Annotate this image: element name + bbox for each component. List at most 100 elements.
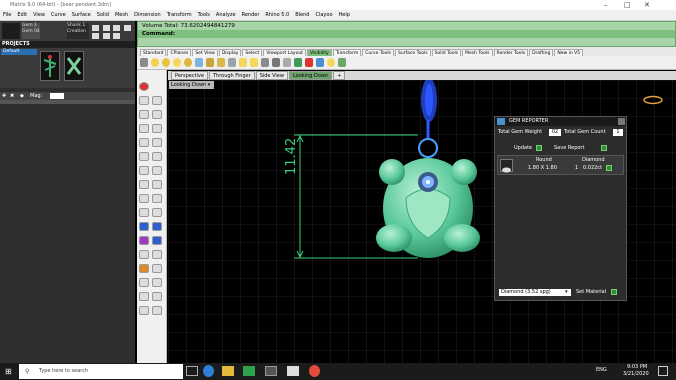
set-material-icon[interactable]: [611, 289, 617, 295]
tab-render-tools[interactable]: Render Tools: [493, 49, 529, 56]
polygon-icon[interactable]: [152, 138, 162, 147]
unlock-icon[interactable]: [217, 58, 225, 67]
gem-thumb-icon[interactable]: [2, 23, 20, 39]
project-thumbnail-1[interactable]: [40, 51, 60, 81]
tab-cplanes[interactable]: CPlanes: [167, 49, 192, 56]
viewport-tab-through-finger[interactable]: Through Finger: [208, 71, 255, 80]
copy-tool-icon[interactable]: [152, 250, 162, 259]
tab-transform[interactable]: Transform: [332, 49, 362, 56]
surface-icon[interactable]: [139, 208, 149, 217]
panel-button-b[interactable]: [103, 25, 110, 31]
notification-icon[interactable]: [658, 366, 668, 376]
extend-icon[interactable]: [152, 166, 162, 175]
polyline-icon[interactable]: [152, 96, 162, 105]
save-report-icon[interactable]: [601, 145, 607, 151]
settings-icon[interactable]: [338, 58, 346, 67]
tab-solid-tools[interactable]: Solid Tools: [431, 49, 462, 56]
menu-dimension[interactable]: Dimension: [134, 10, 161, 20]
tab-drafting[interactable]: Drafting: [529, 49, 554, 56]
menu-mesh[interactable]: Mesh: [115, 10, 128, 20]
update-icon[interactable]: [536, 145, 542, 151]
clock-time[interactable]: 9:03 PM: [627, 364, 647, 370]
maximize-icon[interactable]: □: [624, 0, 631, 10]
panel-button-e[interactable]: [92, 33, 99, 39]
grip-icon[interactable]: [140, 58, 148, 67]
menu-transform[interactable]: Transform: [167, 10, 192, 20]
panel-button-d[interactable]: [124, 25, 131, 31]
tab-curve-tools[interactable]: Curve Tools: [362, 49, 394, 56]
clock-date[interactable]: 3/21/2020: [623, 371, 649, 377]
menu-clayoo[interactable]: Clayoo: [315, 10, 332, 20]
tab-set-view[interactable]: Set View: [192, 49, 218, 56]
fillet-icon[interactable]: [152, 152, 162, 161]
rotate-icon[interactable]: [139, 264, 149, 273]
arc-icon[interactable]: [152, 124, 162, 133]
move-icon[interactable]: ◆: [20, 93, 24, 99]
lock-swap-icon[interactable]: [228, 58, 236, 67]
chrome-icon[interactable]: [309, 365, 320, 377]
cancel-isolate-icon[interactable]: [305, 58, 313, 67]
loft-icon[interactable]: [152, 208, 162, 217]
menu-tools[interactable]: Tools: [198, 10, 210, 20]
tab-visibility[interactable]: Visibility: [306, 49, 332, 56]
hide-points-icon[interactable]: [250, 58, 258, 67]
dimension-icon[interactable]: [139, 292, 149, 301]
grid-icon[interactable]: [283, 58, 291, 67]
viewport-tab-looking-down[interactable]: Looking Down: [288, 71, 333, 80]
tab-viewport-layout[interactable]: Viewport Layout: [263, 49, 306, 56]
gem-reporter-close-icon[interactable]: [618, 118, 625, 125]
render-icon[interactable]: [139, 306, 149, 315]
stop-icon[interactable]: [139, 82, 149, 91]
bulb-icon[interactable]: [151, 58, 159, 67]
project-default[interactable]: Default: [1, 49, 37, 55]
tab-mesh-tools[interactable]: Mesh Tools: [462, 49, 493, 56]
swap-hidden-icon[interactable]: [195, 58, 203, 67]
viewport-tab-perspective[interactable]: Perspective: [171, 71, 208, 80]
project-thumbnail-2[interactable]: [64, 51, 84, 81]
windows-start-icon[interactable]: ⊞: [5, 367, 12, 376]
panel-button-g[interactable]: [113, 33, 120, 39]
measure-icon[interactable]: [152, 292, 162, 301]
set-material-button[interactable]: Set Material: [576, 289, 606, 295]
explode-icon[interactable]: [152, 194, 162, 203]
material-select-chevron-icon[interactable]: ▾: [565, 289, 568, 295]
cylinder-icon[interactable]: [152, 236, 162, 245]
menu-edit[interactable]: Edit: [17, 10, 27, 20]
offset-icon[interactable]: [139, 166, 149, 175]
point-icon[interactable]: [139, 96, 149, 105]
edit-icon[interactable]: [261, 58, 269, 67]
circle-icon[interactable]: [139, 124, 149, 133]
isolate-icon[interactable]: [294, 58, 302, 67]
panel-button-c[interactable]: [113, 25, 120, 31]
hide-selected-icon[interactable]: [184, 58, 192, 67]
text-icon[interactable]: [139, 152, 149, 161]
tab-display[interactable]: Display: [218, 49, 242, 56]
light-icon[interactable]: [327, 58, 335, 67]
tab-standard[interactable]: Standard: [140, 49, 167, 56]
section-icon[interactable]: [272, 58, 280, 67]
file-explorer-icon[interactable]: [222, 366, 234, 376]
remove-icon[interactable]: ✖: [10, 93, 14, 99]
sphere-icon[interactable]: [152, 222, 162, 231]
box-icon[interactable]: [139, 222, 149, 231]
add-viewport-tab[interactable]: +: [333, 71, 346, 80]
menu-help[interactable]: Help: [339, 10, 350, 20]
lock-icon[interactable]: [206, 58, 214, 67]
curve-icon[interactable]: [152, 110, 162, 119]
app-icon[interactable]: [265, 366, 277, 376]
tab-new-in-v5[interactable]: New in V5: [554, 49, 584, 56]
line-icon[interactable]: [139, 110, 149, 119]
taskbar-search[interactable]: ⚲ Type here to search: [19, 364, 183, 379]
mag-input[interactable]: [50, 93, 64, 99]
menu-rhino[interactable]: Rhino 5.0: [265, 10, 289, 20]
save-report-button[interactable]: Save Report: [554, 145, 584, 151]
move-tool-icon[interactable]: [139, 250, 149, 259]
tab-select[interactable]: Select: [242, 49, 263, 56]
menu-blend[interactable]: Blend: [295, 10, 309, 20]
gem-row-icon[interactable]: [606, 165, 612, 171]
scale-icon[interactable]: [152, 264, 162, 273]
menu-file[interactable]: File: [3, 10, 11, 20]
mirror-icon[interactable]: [139, 278, 149, 287]
menu-solid[interactable]: Solid: [97, 10, 109, 20]
show-selected-icon[interactable]: [173, 58, 181, 67]
